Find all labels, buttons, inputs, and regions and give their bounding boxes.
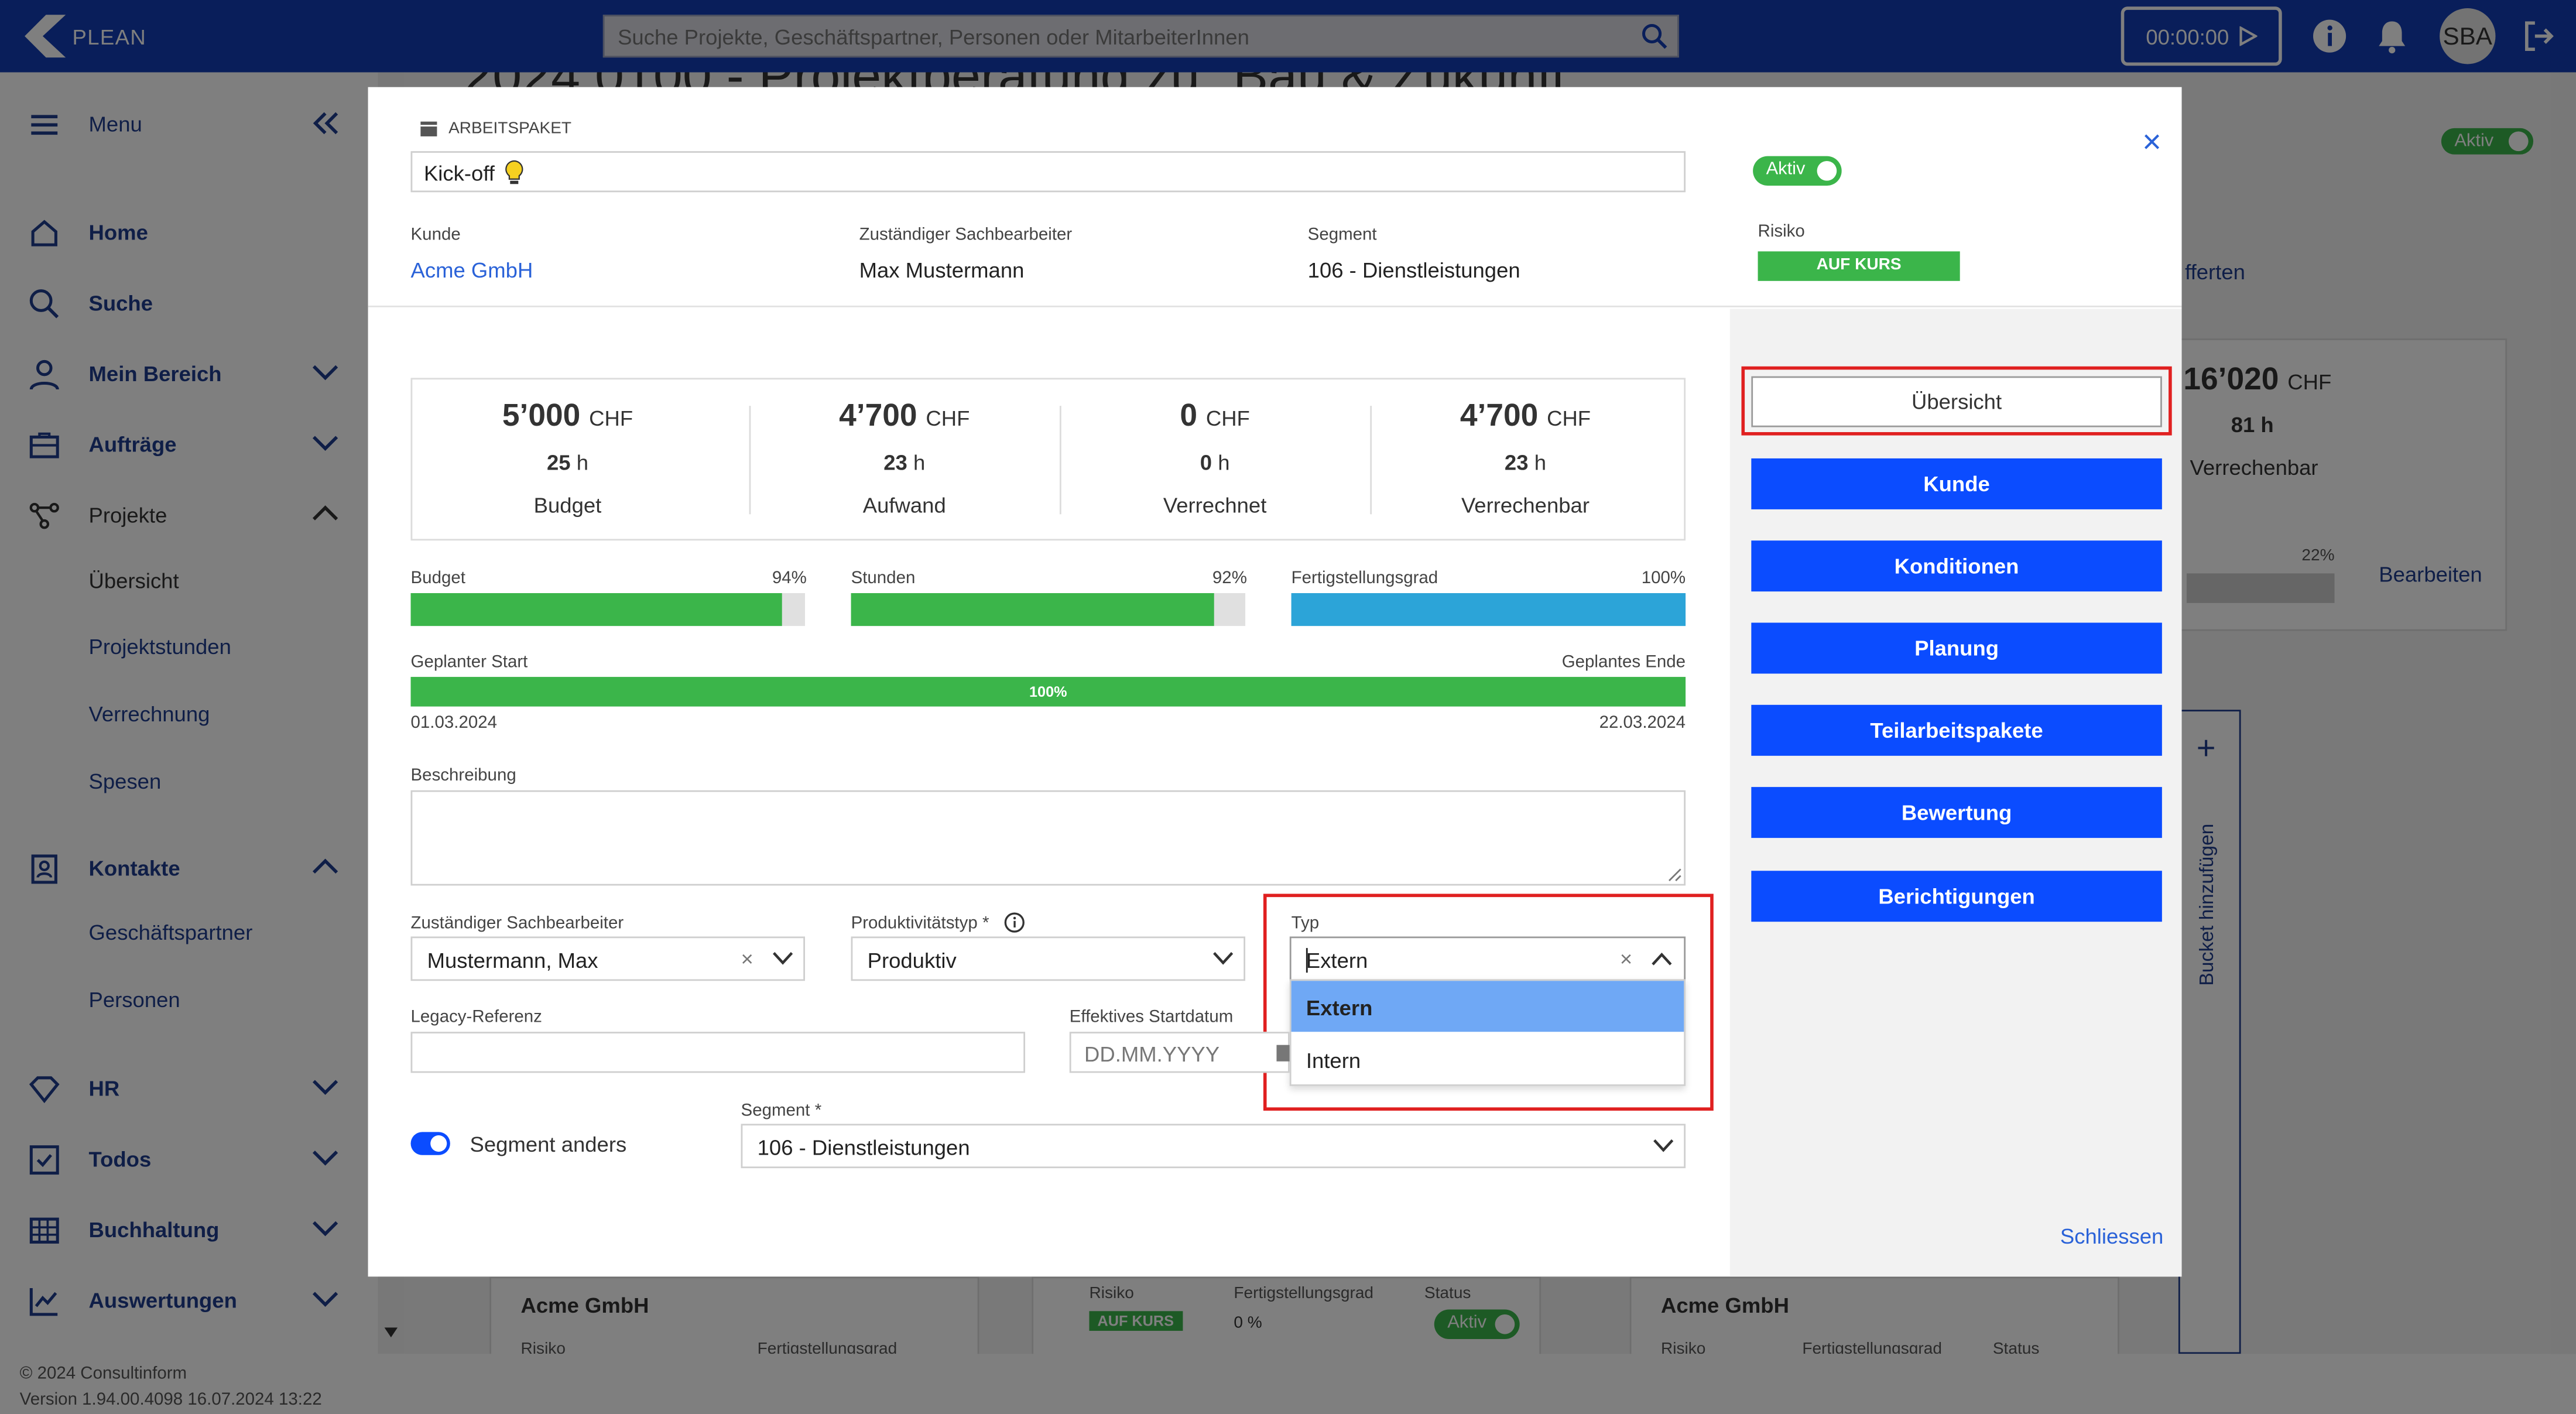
dialog-header: ARBEITSPAKET Kick-off Aktiv × Kunde Acme… [368, 87, 2182, 307]
stat-amount: 4’700 [839, 399, 917, 434]
segment-label: Segment [1307, 225, 1377, 245]
stat-hours: 0 [1200, 450, 1212, 475]
stat-currency: CHF [926, 406, 970, 431]
stat-currency: CHF [1547, 406, 1591, 431]
stat-label: Verrechnet [1163, 492, 1267, 518]
completion-bar-fill [1291, 593, 1686, 626]
chevron-down-icon[interactable] [1212, 951, 1234, 966]
nav-button-bewertung[interactable]: Bewertung [1751, 787, 2162, 838]
bar-percent-budget: 94% [772, 568, 807, 588]
clerk-select[interactable]: Mustermann, Max × [410, 936, 805, 981]
effective-start-input[interactable]: DD.MM.YYYY [1069, 1032, 1290, 1073]
stat-label: Budget [533, 492, 602, 518]
stat-hours: 23 [883, 450, 907, 475]
clerk-field-label: Zuständiger Sachbearbeiter [410, 913, 624, 933]
stat-currency: CHF [589, 406, 633, 431]
clear-icon[interactable]: × [741, 946, 753, 971]
productivity-label: Produktivitätstyp * [851, 913, 989, 933]
stat-hours: 23 [1504, 450, 1529, 475]
clerk-value: Max Mustermann [859, 258, 1025, 283]
clerk-select-value: Mustermann, Max [427, 948, 598, 973]
date-placeholder[interactable]: DD.MM.YYYY [1084, 1042, 1220, 1066]
info-icon[interactable] [1004, 912, 1025, 933]
highlight-frame [1741, 366, 2172, 436]
nav-button-berichtigungen[interactable]: Berichtigungen [1751, 871, 2162, 922]
calendar-icon[interactable] [1276, 1043, 1290, 1063]
app-root: 2024.0100 - Projektberatung zu "Bau & Zu… [0, 0, 2576, 1414]
stat-unit: h [576, 450, 589, 475]
resize-handle-icon[interactable] [1667, 868, 1682, 882]
toggle-knob [430, 1135, 447, 1152]
customer-label: Kunde [410, 225, 461, 245]
active-toggle[interactable]: Aktiv [1753, 156, 1842, 186]
calendar-icon [420, 121, 437, 136]
work-package-dialog: ARBEITSPAKET Kick-off Aktiv × Kunde Acme… [368, 87, 2182, 1277]
customer-link[interactable]: Acme GmbH [411, 258, 533, 283]
budget-bar [410, 593, 805, 626]
segment-toggle[interactable] [410, 1132, 450, 1155]
segment-select-label: Segment * [741, 1101, 822, 1121]
stat-currency: CHF [1205, 406, 1250, 431]
bar-label-budget: Budget [410, 568, 465, 588]
close-link[interactable]: Schliessen [2060, 1224, 2163, 1249]
completion-bar [1291, 593, 1686, 626]
legacy-input[interactable] [410, 1032, 1026, 1073]
nav-button-kunde[interactable]: Kunde [1751, 458, 2162, 509]
segment-select-value: 106 - Dienstleistungen [757, 1135, 970, 1160]
stat-amount: 5’000 [502, 399, 581, 434]
stat-unit: h [913, 450, 926, 475]
start-date: 01.03.2024 [410, 713, 498, 733]
segment-value: 106 - Dienstleistungen [1307, 258, 1520, 283]
clerk-label: Zuständiger Sachbearbeiter [859, 225, 1073, 245]
stat-hours: 25 [546, 450, 571, 475]
bar-percent-stunden: 92% [1212, 568, 1247, 588]
chevron-down-icon[interactable] [1653, 1139, 1674, 1153]
planned-start-label: Geplanter Start [410, 652, 528, 672]
nav-button-planung[interactable]: Planung [1751, 622, 2162, 674]
end-date: 22.03.2024 [1599, 713, 1686, 733]
budget-bar-fill [410, 593, 782, 626]
hours-bar-fill [851, 593, 1214, 626]
bar-percent-fertigstellung: 100% [1641, 568, 1686, 588]
segment-toggle-label: Segment anders [470, 1132, 627, 1157]
bar-label-fertigstellung: Fertigstellungsgrad [1291, 568, 1438, 588]
finance-summary: 5’000 CHF 25 h Budget 4’700 CHF 23 h Auf… [410, 378, 1686, 541]
name-value[interactable]: Kick-off [424, 161, 495, 186]
planned-end-label: Geplantes Ende [1561, 652, 1686, 672]
productivity-select-value: Produktiv [867, 948, 957, 973]
highlight-frame [1263, 893, 1714, 1111]
risk-badge: AUF KURS [1758, 251, 1960, 281]
description-label: Beschreibung [410, 765, 516, 786]
risk-label: Risiko [1758, 221, 1805, 242]
stat-label: Verrechenbar [1461, 492, 1590, 518]
nav-button-teilarbeitspakete[interactable]: Teilarbeitspakete [1751, 704, 2162, 756]
hours-bar [851, 593, 1246, 626]
segment-select[interactable]: 106 - Dienstleistungen [741, 1124, 1686, 1169]
section-label: ARBEITSPAKET [448, 119, 572, 138]
stat-unit: h [1218, 450, 1230, 475]
lightbulb-icon [505, 160, 523, 184]
name-input[interactable]: Kick-off [410, 151, 1686, 193]
description-textarea[interactable] [410, 790, 1686, 886]
stat-amount: 0 [1180, 399, 1198, 434]
stat-amount: 4’700 [1460, 399, 1539, 434]
timeline-percent: 100% [1029, 683, 1067, 700]
bar-label-stunden: Stunden [851, 568, 916, 588]
nav-button-konditionen[interactable]: Konditionen [1751, 540, 2162, 592]
timeline-bar: 100% [410, 677, 1686, 707]
stat-label: Aufwand [862, 492, 946, 518]
dialog-nav-panel: Übersicht Kunde Konditionen Planung Teil… [1729, 309, 2182, 1277]
effective-start-label: Effektives Startdatum [1069, 1007, 1234, 1027]
productivity-select[interactable]: Produktiv [851, 936, 1246, 981]
stat-unit: h [1534, 450, 1546, 475]
close-icon[interactable]: × [2142, 126, 2161, 159]
legacy-label: Legacy-Referenz [410, 1007, 542, 1027]
chevron-down-icon[interactable] [772, 951, 793, 966]
